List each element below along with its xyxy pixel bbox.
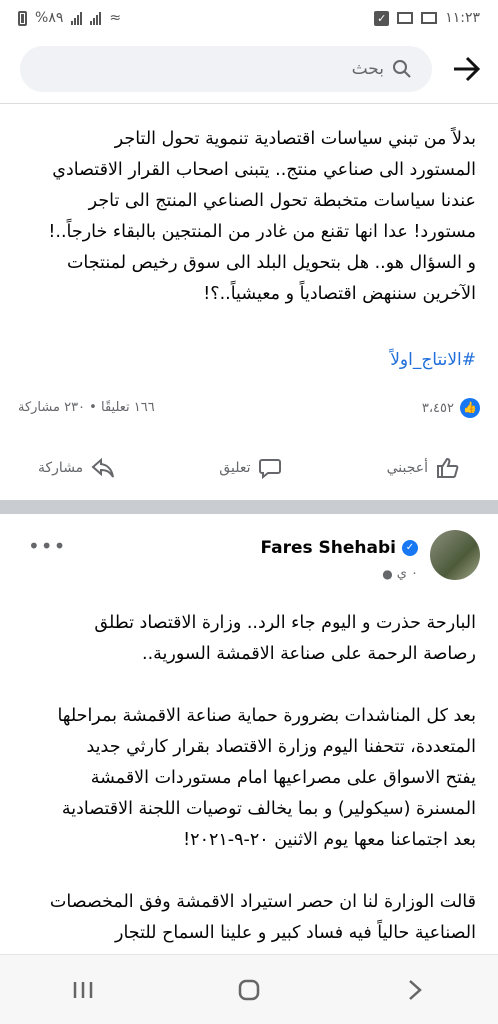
comments-shares-count[interactable]: ١٦٦ تعليقًا • ٢٣٠ مشاركة bbox=[18, 400, 155, 415]
author-name[interactable]: Fares Shehabi ✓ bbox=[260, 538, 418, 558]
home-button[interactable] bbox=[219, 970, 279, 1010]
back-button[interactable] bbox=[385, 970, 445, 1010]
share-icon bbox=[91, 457, 115, 478]
post-2-header: Fares Shehabi ✓ ٠ ي ● ••• bbox=[0, 524, 498, 594]
globe-icon: ● bbox=[382, 566, 393, 581]
like-button[interactable]: أعجبني bbox=[387, 457, 460, 479]
mail-icon-2 bbox=[421, 12, 438, 24]
status-bar: %٨٩ ≈ ✓ ١١:٢٣ bbox=[0, 0, 498, 36]
comment-icon bbox=[259, 459, 282, 479]
battery-percent: %٨٩ bbox=[35, 10, 64, 26]
home-icon bbox=[238, 979, 260, 1000]
avatar[interactable] bbox=[430, 530, 480, 580]
signal-icon-2 bbox=[90, 11, 102, 25]
comment-button[interactable]: تعليق bbox=[219, 457, 282, 479]
like-label: أعجبني bbox=[386, 460, 428, 476]
share-button[interactable]: مشاركة bbox=[38, 457, 115, 479]
verified-badge-icon: ✓ bbox=[402, 540, 418, 556]
battery-icon bbox=[18, 10, 27, 26]
reactions-summary[interactable]: 👍 ٣،٤٥٢ bbox=[422, 398, 480, 418]
comment-label: تعليق bbox=[219, 460, 251, 476]
back-arrow-icon[interactable] bbox=[452, 56, 480, 82]
post-1-hashtag[interactable]: #الانتاج_اولاً bbox=[390, 350, 476, 370]
more-options-icon[interactable]: ••• bbox=[28, 534, 66, 558]
recent-apps-icon bbox=[73, 981, 93, 998]
recent-apps-button[interactable] bbox=[53, 970, 113, 1010]
android-nav-bar bbox=[0, 954, 498, 1024]
search-icon bbox=[393, 60, 411, 78]
search-placeholder: بحث bbox=[351, 59, 384, 79]
clock-time: ١١:٢٣ bbox=[445, 10, 480, 26]
check-notification-icon: ✓ bbox=[374, 10, 390, 26]
search-input[interactable]: بحث bbox=[20, 46, 432, 92]
post-1-stats: ١٦٦ تعليقًا • ٢٣٠ مشاركة 👍 ٣،٤٥٢ bbox=[0, 394, 498, 424]
share-label: مشاركة bbox=[38, 460, 84, 476]
author-name-text: Fares Shehabi bbox=[260, 538, 397, 558]
wifi-icon: ≈ bbox=[109, 10, 122, 26]
post-divider bbox=[0, 500, 498, 514]
status-left: %٨٩ ≈ bbox=[18, 10, 121, 26]
post-2-meta: ٠ ي ● bbox=[382, 566, 418, 581]
like-badge-icon: 👍 bbox=[460, 398, 480, 418]
thumbs-up-icon bbox=[437, 457, 459, 478]
post-1-actions: مشاركة تعليق أعجبني bbox=[0, 446, 498, 490]
post-1-text: بدلاً من تبني سياسات اقتصادية تنموية تحو… bbox=[48, 129, 476, 304]
status-right: ✓ ١١:٢٣ bbox=[374, 10, 480, 26]
post-time[interactable]: ٠ ي bbox=[397, 566, 418, 581]
reactions-count: ٣،٤٥٢ bbox=[421, 400, 454, 416]
signal-icon bbox=[71, 11, 83, 25]
search-header: بحث bbox=[0, 36, 498, 104]
chevron-right-icon bbox=[409, 979, 422, 1000]
post-2-text: البارحة حذرت و اليوم جاء الرد.. وزارة ال… bbox=[49, 613, 476, 943]
mail-icon bbox=[397, 12, 414, 24]
